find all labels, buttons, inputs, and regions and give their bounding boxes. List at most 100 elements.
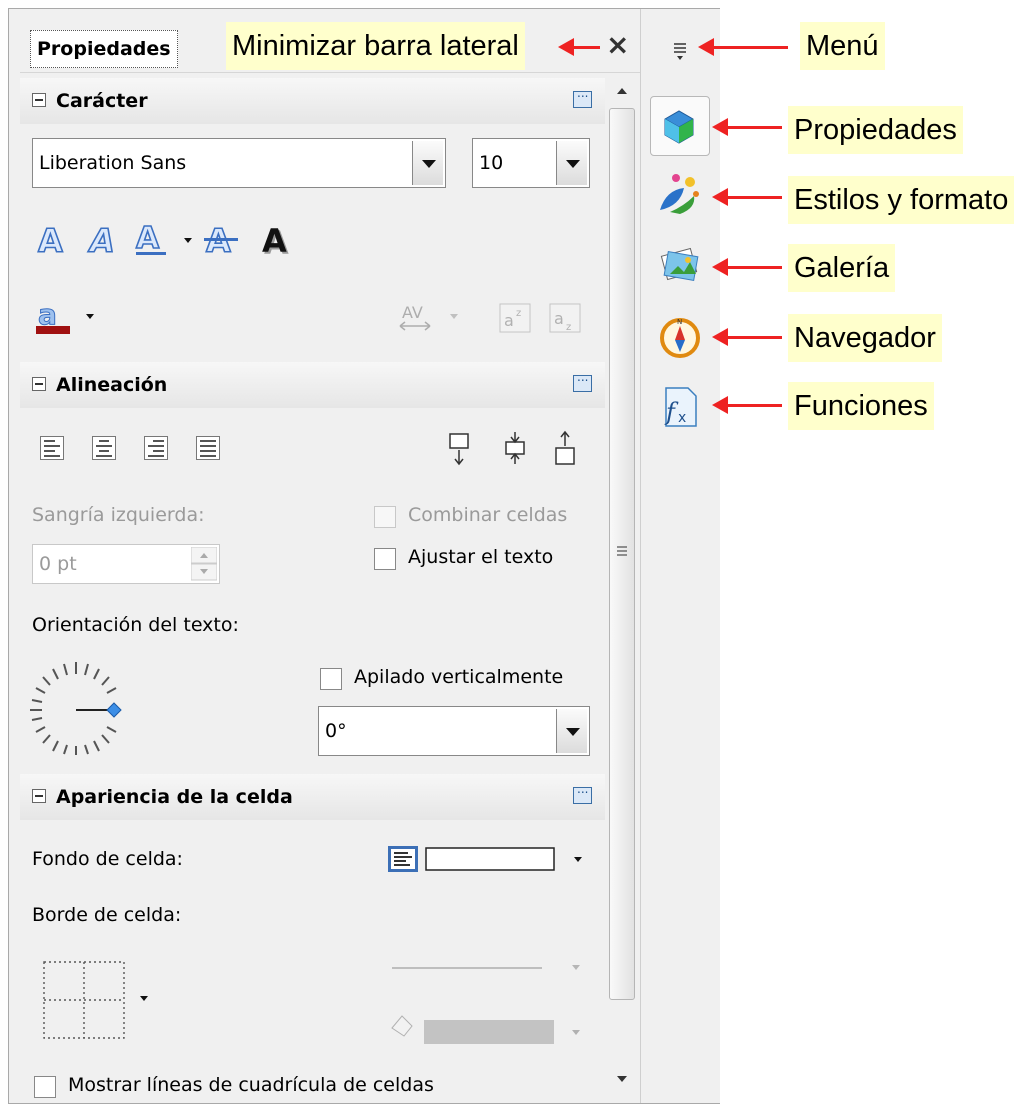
svg-text:z: z bbox=[566, 322, 571, 333]
align-top-icon[interactable] bbox=[449, 433, 469, 466]
more-options-icon[interactable] bbox=[573, 370, 592, 392]
align-justify-icon[interactable] bbox=[196, 436, 220, 460]
character-effects-toolbar: A A A A A A bbox=[37, 220, 289, 260]
character-spacing-icon[interactable]: AV bbox=[399, 303, 458, 331]
scroll-grip-icon bbox=[617, 546, 627, 556]
styles-icon bbox=[660, 174, 699, 214]
scroll-up-icon[interactable] bbox=[614, 84, 630, 98]
italic-icon[interactable]: A bbox=[86, 221, 115, 260]
svg-text:A: A bbox=[136, 221, 160, 256]
line-color-picker[interactable] bbox=[391, 1015, 580, 1044]
svg-text:A: A bbox=[87, 222, 115, 260]
collapse-icon[interactable] bbox=[32, 789, 46, 803]
section-title: Apariencia de la celda bbox=[56, 786, 293, 808]
tab-galeria[interactable] bbox=[650, 236, 710, 296]
tab-estilos[interactable] bbox=[650, 166, 710, 226]
arrow-navigator-icon bbox=[712, 328, 782, 346]
close-sidebar-button[interactable]: × bbox=[606, 28, 629, 61]
callout-properties: Propiedades bbox=[788, 106, 963, 154]
svg-text:x: x bbox=[678, 410, 686, 426]
align-center-icon[interactable] bbox=[92, 436, 116, 460]
merge-cells-label: Combinar celdas bbox=[408, 504, 568, 526]
cell-border-picker[interactable] bbox=[36, 952, 166, 1046]
section-header-alineacion[interactable]: Alineación bbox=[20, 362, 605, 408]
vertical-alignment-toolbar bbox=[449, 430, 575, 466]
cell-border-icon bbox=[43, 961, 125, 1039]
scroll-down-icon[interactable] bbox=[614, 1072, 630, 1086]
cell-background-picker[interactable] bbox=[388, 844, 588, 874]
callout-styles: Estilos y formato bbox=[788, 176, 1015, 224]
align-middle-icon[interactable] bbox=[505, 432, 525, 464]
arrow-minimize-icon bbox=[558, 38, 600, 56]
svg-text:a: a bbox=[554, 309, 564, 328]
strikethrough-icon[interactable]: A bbox=[204, 221, 238, 260]
section-title: Carácter bbox=[56, 90, 148, 112]
section-title: Alineación bbox=[56, 374, 168, 396]
tab-funciones[interactable]: f x bbox=[650, 376, 710, 436]
chevron-down-icon[interactable] bbox=[412, 141, 443, 185]
font-name-combo[interactable]: Liberation Sans bbox=[32, 138, 446, 188]
background-color-icon bbox=[388, 846, 418, 872]
arrow-properties-icon bbox=[712, 118, 782, 136]
angle-combo[interactable]: 0° bbox=[318, 706, 590, 756]
tab-propiedades[interactable] bbox=[650, 96, 710, 156]
chevron-down-icon[interactable] bbox=[140, 996, 148, 1001]
more-options-icon[interactable] bbox=[573, 86, 592, 108]
callout-functions: Funciones bbox=[788, 382, 934, 430]
indent-value: 0 pt bbox=[39, 553, 77, 575]
cell-background-label: Fondo de celda: bbox=[32, 848, 183, 870]
superscript-icon[interactable]: a z bbox=[499, 303, 531, 333]
collapse-icon[interactable] bbox=[32, 93, 46, 107]
indent-label: Sangría izquierda: bbox=[32, 504, 205, 526]
svg-text:A: A bbox=[262, 222, 287, 260]
subscript-icon[interactable]: a z bbox=[549, 303, 581, 333]
svg-text:AV: AV bbox=[402, 303, 423, 322]
arrow-gallery-icon bbox=[712, 258, 782, 276]
tab-navegador[interactable]: N bbox=[650, 306, 710, 366]
callout-navigator: Navegador bbox=[788, 314, 942, 362]
gallery-icon bbox=[660, 247, 699, 282]
shadow-icon[interactable]: A A bbox=[262, 222, 289, 260]
underline-dropdown-icon[interactable] bbox=[184, 238, 192, 243]
chevron-down-icon[interactable] bbox=[556, 709, 587, 753]
underline-icon[interactable]: A bbox=[135, 220, 166, 257]
align-left-icon[interactable] bbox=[40, 436, 64, 460]
line-style-picker[interactable] bbox=[392, 965, 580, 970]
chevron-down-icon[interactable] bbox=[574, 857, 582, 862]
arrow-styles-icon bbox=[712, 188, 782, 206]
svg-text:A: A bbox=[38, 222, 63, 260]
font-name-value: Liberation Sans bbox=[39, 152, 187, 174]
align-bottom-icon[interactable] bbox=[555, 430, 575, 465]
section-header-apariencia[interactable]: Apariencia de la celda bbox=[20, 774, 605, 820]
stack-vertical-checkbox[interactable] bbox=[320, 668, 342, 690]
menu-icon[interactable] bbox=[668, 36, 694, 62]
gridlines-checkbox[interactable] bbox=[34, 1076, 56, 1098]
align-right-icon[interactable] bbox=[144, 436, 168, 460]
font-size-value: 10 bbox=[479, 152, 504, 174]
functions-icon: f x bbox=[664, 387, 697, 427]
callout-gallery: Galería bbox=[788, 244, 896, 292]
text-orientation-label: Orientación del texto: bbox=[32, 614, 239, 636]
properties-icon bbox=[664, 110, 694, 144]
angle-value: 0° bbox=[325, 720, 347, 742]
wrap-text-checkbox[interactable] bbox=[374, 548, 396, 570]
svg-text:z: z bbox=[516, 308, 521, 319]
wrap-text-label: Ajustar el texto bbox=[408, 546, 554, 568]
border-style-controls bbox=[391, 965, 580, 1044]
indent-spinbox[interactable]: 0 pt bbox=[32, 544, 220, 584]
navigator-icon: N bbox=[660, 318, 700, 358]
orientation-dial-icon[interactable] bbox=[28, 660, 128, 756]
svg-text:a: a bbox=[504, 311, 514, 330]
section-header-caracter[interactable]: Carácter bbox=[20, 78, 605, 124]
spin-arrows-icon[interactable] bbox=[191, 547, 217, 581]
gridlines-label: Mostrar líneas de cuadrícula de celdas bbox=[68, 1074, 434, 1096]
font-size-combo[interactable]: 10 bbox=[472, 138, 590, 188]
chevron-down-icon[interactable] bbox=[556, 141, 587, 185]
callout-minimize: Minimizar barra lateral bbox=[226, 22, 525, 70]
merge-cells-checkbox[interactable] bbox=[374, 506, 396, 528]
sidebar-title: Propiedades bbox=[30, 30, 178, 68]
more-options-icon[interactable] bbox=[573, 782, 592, 804]
bold-icon[interactable]: A bbox=[37, 221, 64, 260]
collapse-icon[interactable] bbox=[32, 377, 46, 391]
font-color-icon[interactable]: a bbox=[34, 296, 104, 338]
